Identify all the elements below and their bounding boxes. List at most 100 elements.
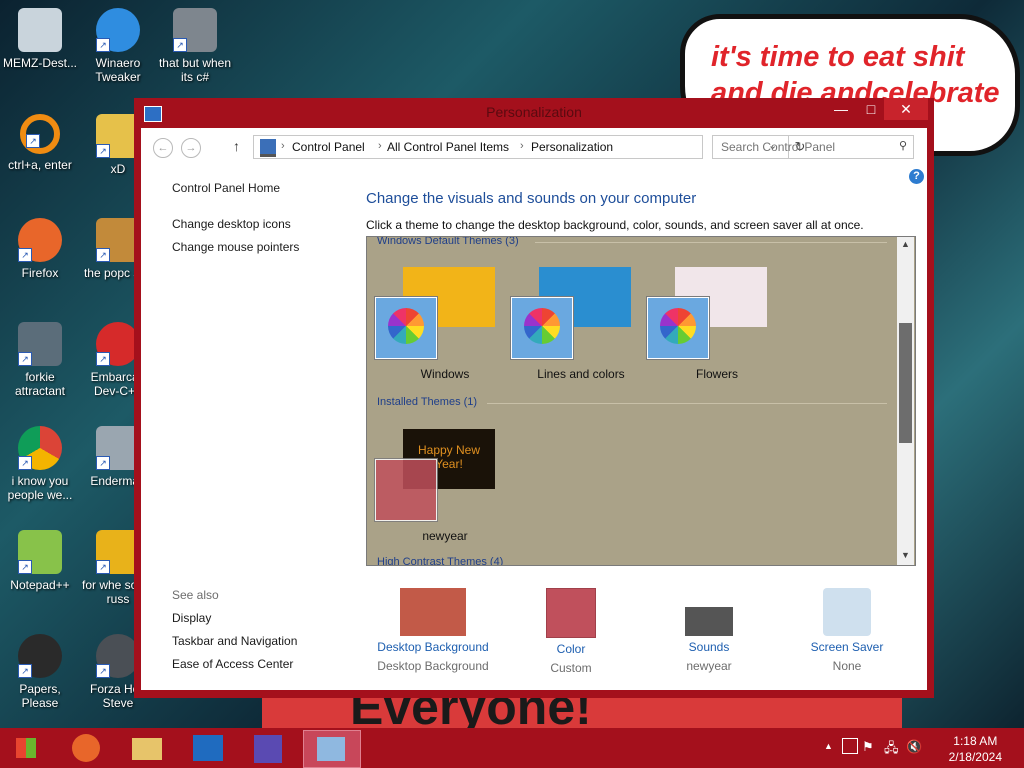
breadcrumb-separator: › bbox=[378, 140, 382, 152]
setting-label: Screen Saver bbox=[810, 640, 884, 654]
theme-color-swatch bbox=[647, 297, 709, 359]
color-setting[interactable]: Color Custom bbox=[506, 588, 636, 675]
taskbar-outlook[interactable] bbox=[180, 730, 236, 766]
desktop-icon-csharp[interactable]: ↗ that but when its c# bbox=[155, 8, 235, 84]
group-high-contrast: High Contrast Themes (4) bbox=[377, 556, 504, 566]
taskbar-navigation-link[interactable]: Taskbar and Navigation bbox=[172, 634, 297, 648]
group-windows-default: Windows Default Themes (3) bbox=[377, 236, 519, 247]
breadcrumb-control-panel[interactable]: Control Panel bbox=[292, 140, 365, 154]
desktop-icon-chrome[interactable]: ↗ i know you people we... bbox=[0, 426, 80, 502]
change-desktop-icons-link[interactable]: Change desktop icons bbox=[172, 217, 291, 231]
color-swatch-icon bbox=[546, 588, 596, 638]
taskbar-settings[interactable] bbox=[241, 730, 297, 766]
group-installed: Installed Themes (1) bbox=[377, 396, 478, 408]
setting-value: None bbox=[832, 659, 862, 673]
forward-button[interactable]: → bbox=[181, 138, 201, 158]
address-bar[interactable]: › Control Panel › All Control Panel Item… bbox=[253, 135, 805, 159]
outlook-icon bbox=[193, 735, 223, 761]
winaero-icon: ↗ bbox=[96, 8, 140, 52]
theme-windows[interactable]: Windows bbox=[375, 267, 515, 387]
clock-time: 1:18 AM bbox=[953, 734, 998, 748]
desktop-background-thumbnail bbox=[400, 588, 466, 636]
theme-color-swatch bbox=[375, 297, 437, 359]
papers-please-icon: ↗ bbox=[18, 634, 62, 678]
search-box[interactable]: ⚲ bbox=[712, 135, 914, 159]
recycle-bin-icon bbox=[18, 8, 62, 52]
color-wheel-icon bbox=[660, 308, 696, 344]
close-button[interactable]: ✕ bbox=[884, 98, 928, 120]
theme-list-scrollbar[interactable]: ▲ ▼ bbox=[897, 237, 914, 565]
clock[interactable]: 1:18 AM 2/18/2024 bbox=[949, 733, 1002, 765]
maximize-button[interactable]: □ bbox=[854, 98, 888, 120]
window-client: ← → ↑ › Control Panel › All Control Pane… bbox=[141, 128, 927, 690]
display-link[interactable]: Display bbox=[172, 611, 211, 625]
desktop-icon-firefox[interactable]: ↗ Firefox bbox=[0, 218, 80, 280]
screen-saver-setting[interactable]: Screen Saver None bbox=[782, 588, 912, 673]
control-panel-icon bbox=[317, 737, 345, 761]
theme-name: Lines and colors bbox=[537, 367, 625, 381]
action-center-flag-icon[interactable]: ⚑ bbox=[862, 739, 874, 755]
breadcrumb-all-items[interactable]: All Control Panel Items bbox=[387, 140, 509, 154]
setting-label: Desktop Background bbox=[377, 640, 489, 654]
control-panel-home-link[interactable]: Control Panel Home bbox=[172, 181, 280, 195]
theme-name: newyear bbox=[422, 529, 468, 543]
theme-color-swatch bbox=[511, 297, 573, 359]
windows-logo-icon bbox=[16, 738, 36, 758]
theme-name: Windows bbox=[420, 367, 470, 381]
setting-label: Sounds bbox=[688, 640, 730, 654]
control-panel-icon bbox=[260, 139, 276, 157]
desktop-icon-forkie[interactable]: ↗ forkie attractant bbox=[0, 322, 80, 398]
taskbar-firefox[interactable] bbox=[58, 730, 114, 766]
desktop-icon-papers-please[interactable]: ↗ Papers, Please bbox=[0, 634, 80, 710]
ring-icon: ↗ bbox=[20, 114, 60, 154]
desktop-icon-winaero[interactable]: ↗ Winaero Tweaker bbox=[78, 8, 158, 84]
taskbar-file-explorer[interactable] bbox=[119, 730, 175, 766]
breadcrumb-personalization[interactable]: Personalization bbox=[531, 140, 613, 154]
desktop-icon-notepadpp[interactable]: ↗ Notepad++ bbox=[0, 530, 80, 592]
desktop-icon-ctrl-a[interactable]: ↗ ctrl+a, enter bbox=[0, 114, 80, 172]
window-title: Personalization bbox=[486, 104, 582, 120]
scroll-down-icon[interactable]: ▼ bbox=[897, 550, 914, 560]
help-button[interactable]: ? bbox=[909, 169, 924, 184]
theme-color-swatch bbox=[375, 459, 437, 521]
setting-value: Custom bbox=[550, 661, 592, 675]
chrome-icon: ↗ bbox=[18, 426, 62, 470]
back-button[interactable]: ← bbox=[153, 138, 173, 158]
start-button[interactable] bbox=[6, 730, 46, 766]
notepadpp-icon: ↗ bbox=[18, 530, 62, 574]
desktop-background-setting[interactable]: Desktop Background Desktop Background bbox=[368, 588, 498, 673]
theme-flowers[interactable]: Flowers bbox=[647, 267, 787, 387]
clock-date: 2/18/2024 bbox=[948, 750, 1002, 764]
folder-icon bbox=[132, 738, 162, 760]
theme-newyear[interactable]: Happy New Year! newyear bbox=[375, 429, 515, 549]
screen-saver-icon bbox=[823, 588, 871, 636]
network-monitor-icon[interactable] bbox=[842, 738, 858, 754]
scrollbar-thumb[interactable] bbox=[899, 323, 912, 443]
search-icon[interactable]: ⚲ bbox=[899, 139, 907, 152]
show-hidden-icons-icon[interactable]: ▲ bbox=[824, 741, 833, 751]
sounds-setting[interactable]: Sounds newyear bbox=[644, 588, 774, 673]
change-mouse-pointers-link[interactable]: Change mouse pointers bbox=[172, 240, 299, 254]
personalization-window: Personalization — □ ✕ ← → ↑ › Control Pa… bbox=[134, 98, 934, 698]
group-divider bbox=[535, 242, 887, 243]
minimize-button[interactable]: — bbox=[824, 98, 858, 120]
up-button[interactable]: ↑ bbox=[233, 138, 240, 154]
ease-of-access-link[interactable]: Ease of Access Center bbox=[172, 657, 293, 671]
taskbar-control-panel[interactable] bbox=[303, 730, 361, 768]
gear-monitor-icon: ↗ bbox=[18, 322, 62, 366]
window-stack-icon: ↗ bbox=[173, 8, 217, 52]
network-icon[interactable]: 🖧 bbox=[884, 739, 899, 761]
theme-name: Flowers bbox=[695, 367, 738, 381]
gear-icon bbox=[254, 735, 282, 763]
scroll-up-icon[interactable]: ▲ bbox=[897, 239, 914, 249]
see-also-heading: See also bbox=[172, 588, 219, 602]
theme-lines-and-colors[interactable]: Lines and colors bbox=[511, 267, 651, 387]
setting-value: Desktop Background bbox=[377, 659, 489, 673]
volume-muted-icon[interactable]: 🔇 bbox=[906, 739, 922, 755]
search-input[interactable] bbox=[719, 139, 883, 155]
desktop-icon-memz[interactable]: MEMZ-Dest... bbox=[0, 8, 80, 70]
breadcrumb-separator: › bbox=[281, 140, 285, 152]
title-bar[interactable]: Personalization — □ ✕ bbox=[134, 98, 934, 126]
system-tray: ▲ ⚑ 🖧 🔇 1:18 AM 2/18/2024 bbox=[814, 728, 1024, 768]
firefox-icon bbox=[72, 734, 100, 762]
